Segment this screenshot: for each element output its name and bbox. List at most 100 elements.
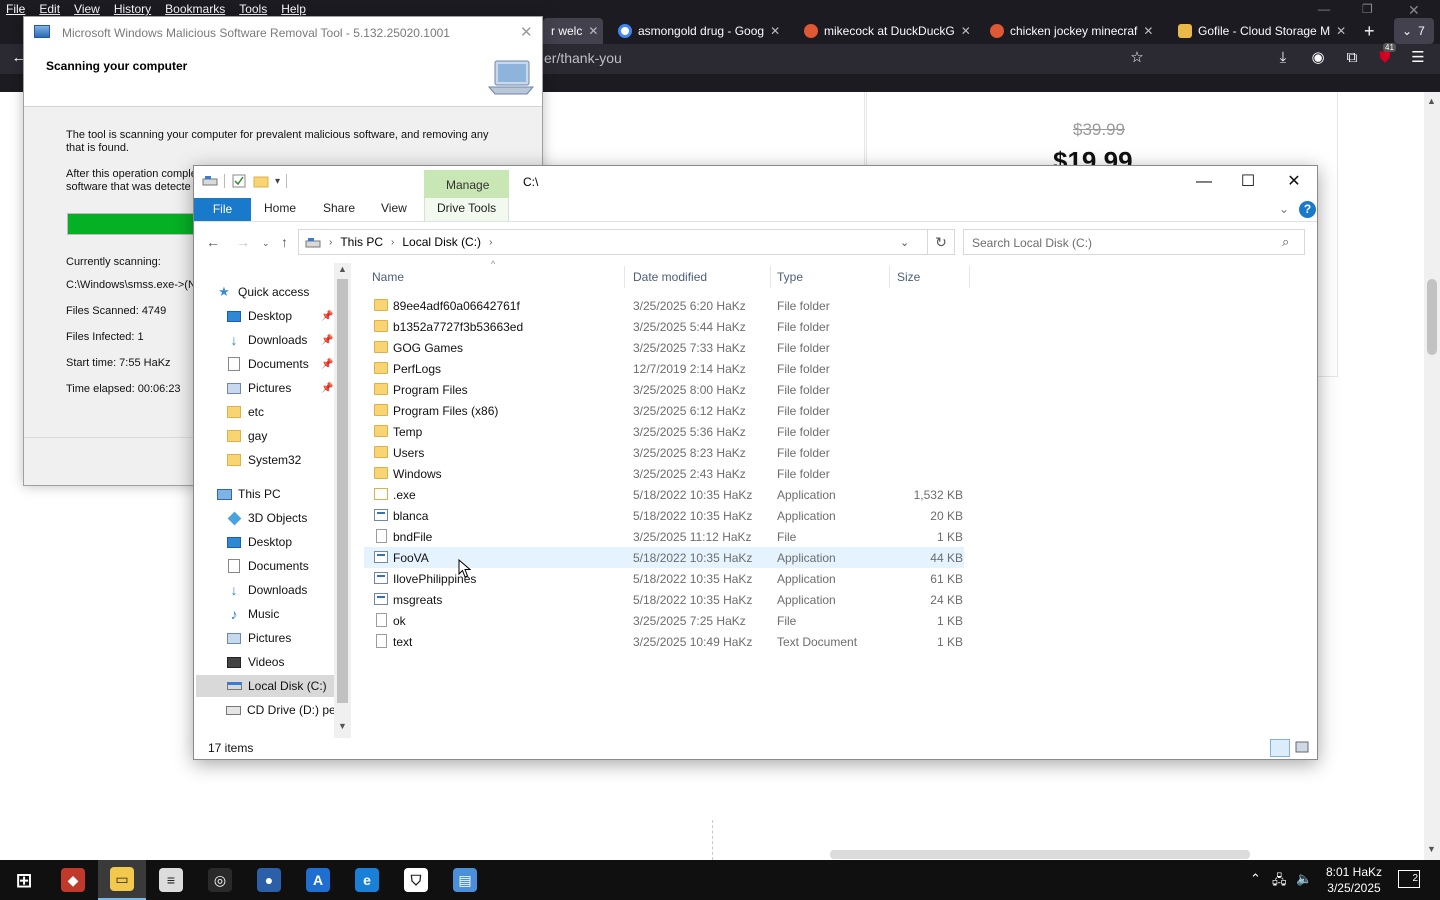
scrollbar-thumb[interactable] [337,279,348,703]
help-icon[interactable]: ? [1299,201,1316,218]
browser-tab[interactable]: asmongold drug - Goog ✕ [610,18,788,44]
file-row[interactable]: Users 3/25/2025 8:23 HaKz File folder [364,442,964,463]
file-row[interactable]: Program Files (x86) 3/25/2025 6:12 HaKz Fi… [364,400,964,421]
recent-locations-icon[interactable]: ⌄ [262,238,270,249]
tab-view[interactable]: View [381,201,407,215]
extensions-icon[interactable]: ⧉ [1343,49,1361,67]
network-icon[interactable]: 🖧 [1272,871,1287,893]
column-divider[interactable] [969,266,970,288]
nav-item[interactable]: Local Disk (C:) [196,675,334,697]
close-button[interactable]: ✕ [1284,172,1304,192]
tab-close-icon[interactable]: ✕ [1143,24,1153,38]
refresh-icon[interactable]: ↻ [927,229,955,255]
browser-tab[interactable]: mikecock at DuckDuckG ✕ [796,18,972,44]
tab-close-icon[interactable]: ✕ [961,24,971,38]
file-row[interactable]: b1352a7727f3b53663ed 3/25/2025 5:44 HaKz F… [364,316,964,337]
nav-item[interactable]: ♪ Music [196,603,334,625]
tab-share[interactable]: Share [323,201,355,215]
browser-tab[interactable]: chicken jockey minecraf ✕ [982,18,1158,44]
app-red[interactable]: ◆ [49,860,97,900]
app-msrt-2[interactable]: ▤ [441,860,489,900]
nav-item[interactable]: CD Drive (D:) per [196,699,340,721]
nav-item[interactable]: 3D Objects [196,507,334,529]
browser-tab[interactable]: Gofile - Cloud Storage M ✕ [1170,18,1348,44]
ribbon-expand-icon[interactable]: ⌄ [1279,202,1289,216]
large-icons-view-icon[interactable] [1293,739,1313,757]
scroll-up-icon[interactable]: ▲ [338,264,347,274]
breadcrumb-this-pc[interactable]: This PC [340,235,383,249]
clock[interactable]: 8:01 HaKz 3/25/2025 [1322,864,1386,896]
scroll-down-icon[interactable]: ▼ [338,721,347,731]
close-icon[interactable]: ✕ [1408,2,1420,19]
scrollbar-thumb[interactable] [1427,279,1437,355]
bookmark-star-icon[interactable]: ☆ [1128,49,1146,67]
tab-list-button[interactable]: ⌄ 7 [1394,18,1434,44]
minimize-button[interactable]: — [1194,172,1214,192]
tab-close-icon[interactable]: ✕ [770,24,780,38]
nav-item[interactable]: Pictures 📌 [196,377,334,399]
nav-item[interactable]: Documents [196,555,334,577]
file-row[interactable]: PerfLogs 12/7/2019 2:14 HaKz File folder [364,358,964,379]
browser-tab[interactable]: r welc ✕ [543,18,603,44]
notification-center-icon[interactable]: 2 [1398,870,1420,888]
horizontal-scrollbar[interactable] [830,850,1250,859]
nav-item[interactable]: gay [196,425,334,447]
tab-home[interactable]: Home [264,201,296,215]
scroll-up-icon[interactable]: ▲ [1427,96,1436,106]
tab-file[interactable]: File [194,198,251,221]
nav-item[interactable]: Desktop 📌 [196,305,334,327]
file-row[interactable]: Program Files 3/25/2025 8:00 HaKz File fol… [364,379,964,400]
app-store[interactable]: A [294,860,342,900]
account-icon[interactable]: ◉ [1309,49,1327,67]
nav-item[interactable]: Documents 📌 [196,353,334,375]
download-icon[interactable]: ⤓ [1274,49,1292,67]
app-file-explorer[interactable]: ▭ [98,860,146,900]
file-row[interactable]: GOG Games 3/25/2025 7:33 HaKz File folder [364,337,964,358]
file-row[interactable]: Temp 3/25/2025 5:36 HaKz File folder [364,421,964,442]
close-icon[interactable]: ✕ [520,23,533,41]
back-arrow-icon[interactable]: ← [206,234,220,250]
details-view-icon[interactable] [1270,739,1290,757]
file-row[interactable]: ok 3/25/2025 7:25 HaKz File 1 KB [364,610,964,631]
qat-dropdown-icon[interactable]: ▾ [275,176,280,187]
column-name[interactable]: Name [372,270,404,284]
app-edge[interactable]: e [343,860,391,900]
hamburger-menu-icon[interactable]: ☰ [1409,49,1427,67]
column-size[interactable]: Size [897,270,920,284]
manage-tab-label[interactable]: Manage [446,178,489,192]
nav-item[interactable]: Desktop [196,531,334,553]
file-row[interactable]: 89ee4adf60a06642761f 3/25/2025 6:20 HaKz F… [364,295,964,316]
page-scrollbar[interactable]: ▲ ▼ [1424,92,1440,860]
breadcrumb-local-disk[interactable]: Local Disk (C:) [402,235,481,249]
chevron-up-icon[interactable]: ⌃ [1250,871,1261,887]
file-row[interactable]: Windows 3/25/2025 2:43 HaKz File folder [364,463,964,484]
file-row[interactable]: bndFile 3/25/2025 11:12 HaKz File 1 KB [364,526,964,547]
column-divider[interactable] [770,266,771,288]
column-date-modified[interactable]: Date modified [633,270,707,284]
file-row[interactable]: FooVA 5/18/2022 10:35 HaKz Application 44 K… [364,547,964,568]
volume-icon[interactable]: 🔈 [1296,871,1312,887]
forward-arrow-icon[interactable]: → [236,234,250,250]
tab-close-icon[interactable]: ✕ [1336,24,1346,38]
nav-item[interactable]: System32 [196,449,334,471]
nav-item[interactable]: ↓ Downloads [196,579,334,601]
file-row[interactable]: text 3/25/2025 10:49 HaKz Text Document 1 K… [364,631,964,652]
minimize-icon[interactable]: — [1318,2,1330,16]
address-bar[interactable]: › This PC › Local Disk (C:) › ⌄ [298,229,928,255]
up-arrow-icon[interactable]: ↑ [281,234,288,250]
nav-pane-scrollbar[interactable]: ▲ ▼ [334,263,351,738]
new-folder-icon[interactable] [253,173,269,189]
scroll-down-icon[interactable]: ▼ [1427,844,1436,854]
column-divider[interactable] [889,266,890,288]
maximize-button[interactable]: ☐ [1238,172,1258,192]
start-button[interactable]: ⊞ [0,860,48,900]
tab-drive-tools[interactable]: Drive Tools [437,201,496,215]
new-tab-button[interactable]: + [1356,18,1386,44]
url-bar[interactable]: er/thank-you [544,50,622,66]
app-steam[interactable]: ◎ [196,860,244,900]
tab-close-icon[interactable]: ✕ [588,24,598,38]
chevron-right-icon[interactable]: › [489,237,492,248]
app-security[interactable]: ⛉ [392,860,440,900]
nav-item[interactable]: Videos [196,651,334,673]
nav-item[interactable]: ★ Quick access [196,281,334,303]
